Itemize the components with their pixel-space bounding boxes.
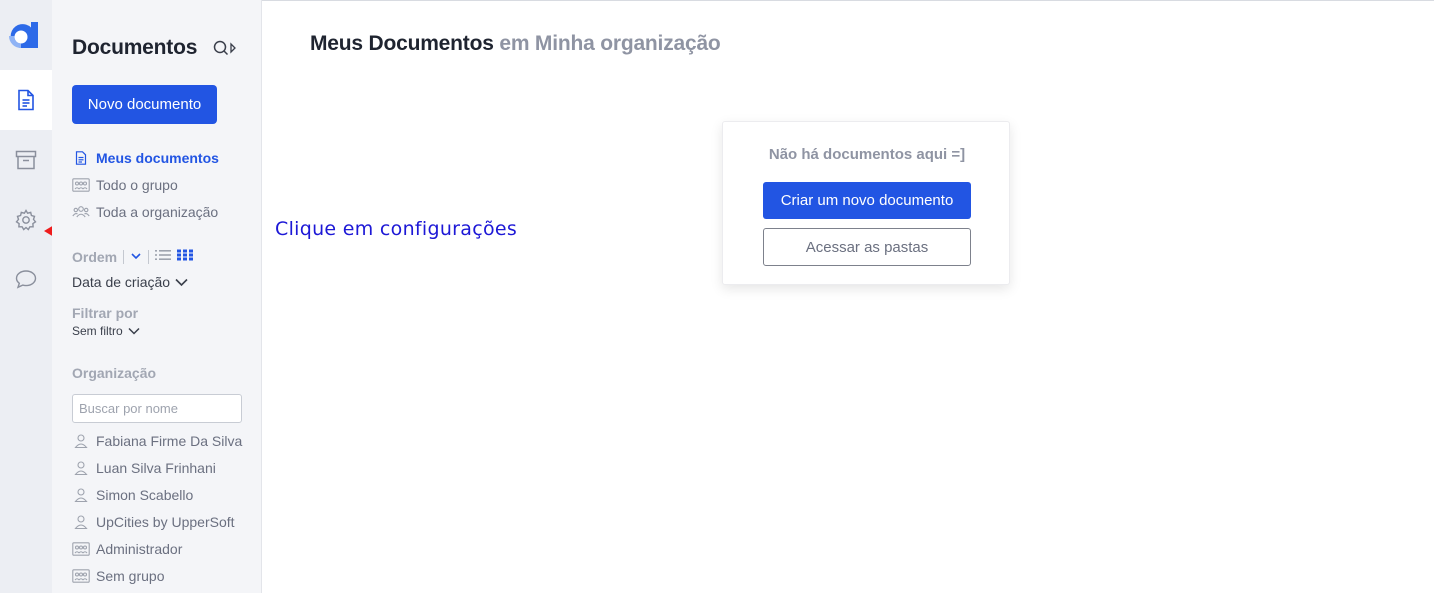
people-icon xyxy=(72,204,90,220)
member-item[interactable]: Sem grupo xyxy=(72,566,164,586)
order-dropdown[interactable]: Data de criação xyxy=(72,274,188,290)
empty-state-message: Não há documentos aqui =] xyxy=(768,146,966,163)
sort-descending-icon xyxy=(131,253,141,260)
menu-item-whole-group[interactable]: Todo o grupo xyxy=(72,175,178,195)
menu-item-my-documents[interactable]: Meus documentos xyxy=(72,148,219,168)
page-title-main: Meus Documentos xyxy=(310,32,494,55)
member-item[interactable]: UpCities by UpperSoft xyxy=(72,512,235,532)
list-view-toggle[interactable] xyxy=(155,248,172,266)
chevron-down-icon xyxy=(175,278,188,286)
filter-value: Sem filtro xyxy=(72,324,123,338)
member-name: Fabiana Firme Da Silva xyxy=(96,433,243,449)
member-item[interactable]: Luan Silva Frinhani xyxy=(72,458,216,478)
order-controls: Ordem xyxy=(72,247,194,267)
page-title-context: em Minha organização xyxy=(499,32,721,55)
menu-item-label: Todo o grupo xyxy=(96,177,178,193)
chevron-down-icon xyxy=(128,327,140,335)
document-icon xyxy=(72,150,90,166)
main-top-border xyxy=(262,0,1434,1)
member-name: Simon Scabello xyxy=(96,487,194,503)
rail-documents-button[interactable] xyxy=(0,70,52,130)
grid-view-icon xyxy=(177,249,194,261)
documents-sidebar: Documentos Novo documento Meus documento… xyxy=(52,0,262,593)
gear-icon xyxy=(15,209,37,231)
organization-label: Organização xyxy=(72,365,157,381)
icon-rail xyxy=(0,0,52,593)
user-icon xyxy=(72,460,90,476)
page-title: Meus Documentos em Minha organização xyxy=(310,32,721,56)
user-icon xyxy=(72,433,90,449)
app-logo[interactable] xyxy=(7,19,39,51)
filter-dropdown[interactable]: Sem filtro xyxy=(72,324,140,338)
sidebar-title: Documentos xyxy=(72,36,198,59)
divider xyxy=(123,250,125,264)
document-icon xyxy=(16,89,36,111)
member-item[interactable]: Simon Scabello xyxy=(72,485,193,505)
group-icon xyxy=(72,568,90,584)
member-name: Sem grupo xyxy=(96,568,165,584)
member-name: Administrador xyxy=(96,541,183,557)
menu-item-label: Toda a organização xyxy=(96,204,219,220)
open-folders-button[interactable]: Acessar as pastas xyxy=(763,228,971,266)
search-icon xyxy=(212,40,238,64)
empty-state-card: Não há documentos aqui =] Criar um novo … xyxy=(722,121,1010,285)
archive-icon xyxy=(15,150,37,170)
grid-view-toggle[interactable] xyxy=(177,248,194,266)
filter-label: Filtrar por xyxy=(72,305,139,321)
member-name: Luan Silva Frinhani xyxy=(96,460,216,476)
order-value: Data de criação xyxy=(72,274,171,290)
group-icon xyxy=(72,541,90,557)
chat-bubble-icon xyxy=(15,269,37,289)
member-item[interactable]: Administrador xyxy=(72,539,182,559)
order-label: Ordem xyxy=(72,249,118,265)
rail-chat-button[interactable] xyxy=(0,249,52,309)
sidebar-search-button[interactable] xyxy=(212,38,238,60)
rail-archive-button[interactable] xyxy=(0,130,52,190)
group-icon xyxy=(72,177,90,193)
new-document-button[interactable]: Novo documento xyxy=(72,85,217,124)
member-search-input[interactable] xyxy=(72,394,242,423)
annotation-text: Clique em configurações xyxy=(275,218,518,240)
member-name: UpCities by UpperSoft xyxy=(96,514,235,530)
list-view-icon xyxy=(155,250,172,260)
sort-direction-toggle[interactable] xyxy=(130,248,142,266)
menu-item-whole-organization[interactable]: Toda a organização xyxy=(72,202,218,222)
create-document-button[interactable]: Criar um novo documento xyxy=(763,182,971,219)
menu-item-label: Meus documentos xyxy=(96,150,219,166)
member-item[interactable]: Fabiana Firme Da Silva xyxy=(72,431,242,451)
divider xyxy=(148,250,150,264)
user-icon xyxy=(72,514,90,530)
user-icon xyxy=(72,487,90,503)
